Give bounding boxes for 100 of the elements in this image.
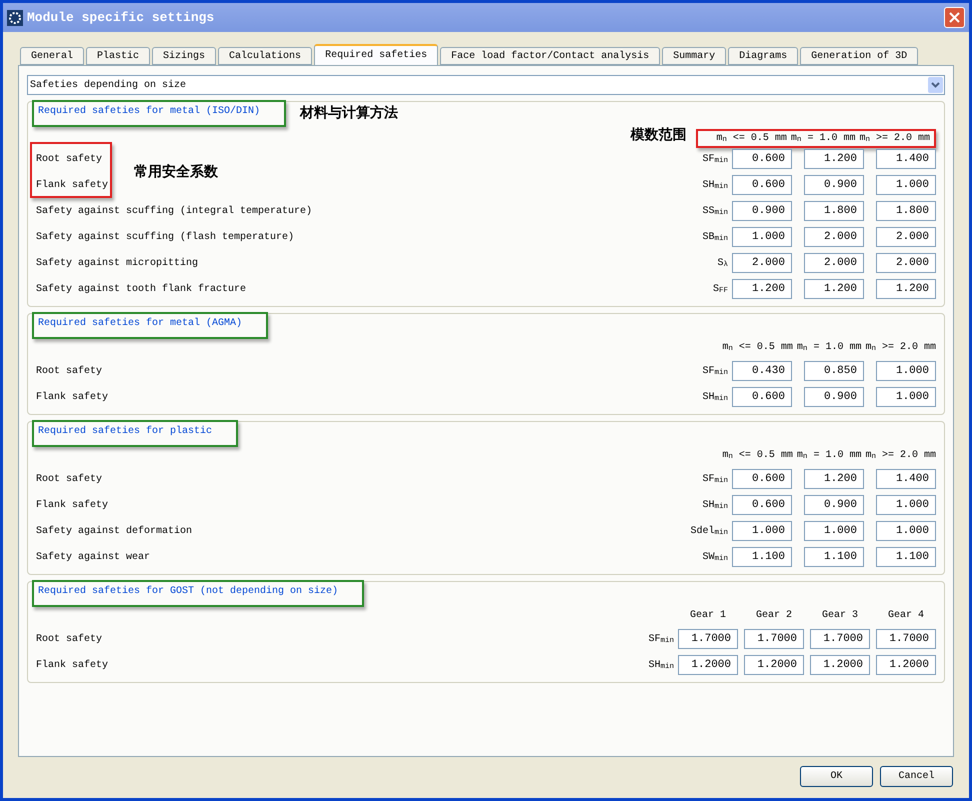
tab[interactable]: General: [20, 47, 84, 65]
value-field[interactable]: 0.900: [732, 201, 792, 221]
value-field[interactable]: 0.600: [732, 175, 792, 195]
value-field[interactable]: 1.7000: [744, 629, 804, 649]
value-field[interactable]: 0.850: [804, 361, 864, 381]
symbol-label: SH$_{min}$: [648, 658, 674, 672]
value-field[interactable]: 0.430: [732, 361, 792, 381]
tab[interactable]: Face load factor/Contact analysis: [440, 47, 660, 65]
tab[interactable]: Summary: [662, 47, 726, 65]
column-header: Gear 3: [820, 608, 859, 622]
value-field[interactable]: 1.2000: [876, 655, 936, 675]
value-field[interactable]: 2.000: [876, 253, 936, 273]
symbol-label: SH$_{min}$: [702, 498, 728, 512]
group-title: Required safeties for plastic: [32, 420, 238, 446]
value-field[interactable]: 1.000: [876, 387, 936, 407]
value-field[interactable]: 1.000: [732, 521, 792, 541]
value-field[interactable]: 0.900: [804, 175, 864, 195]
value-field[interactable]: 1.000: [732, 227, 792, 247]
column-header: Gear 2: [754, 608, 793, 622]
group-title: Required safeties for metal (ISO/DIN): [32, 100, 286, 126]
row-label: Root safety: [36, 632, 104, 646]
row-label: Safety against scuffing (integral temperature): [36, 204, 314, 218]
row-label: Safety against scuffing (flash temperature): [36, 230, 296, 244]
value-field[interactable]: 1.000: [876, 521, 936, 541]
value-field[interactable]: 1.200: [804, 469, 864, 489]
annotation-note: 材料与计算方法: [300, 104, 398, 122]
symbol-label: Sdel$_{min}$: [690, 524, 728, 538]
column-header: m$_{n}$ >= 2.0 mm: [859, 132, 930, 146]
symbol-label: SF$_{min}$: [702, 364, 728, 378]
row-label: Flank safety: [36, 498, 110, 512]
symbol-label: SH$_{min}$: [702, 390, 728, 404]
column-header: m$_{n}$ >= 2.0 mm: [865, 448, 936, 462]
value-field[interactable]: 1.7000: [678, 629, 738, 649]
group-title: Required safeties for GOST (not depending on size): [32, 580, 364, 606]
value-field[interactable]: 1.100: [804, 547, 864, 567]
symbol-label: SW$_{min}$: [702, 550, 728, 564]
symbol-label: SH$_{min}$: [702, 178, 728, 192]
symbol-label: S$_{λ}$: [717, 256, 728, 270]
tab[interactable]: Calculations: [218, 47, 312, 65]
value-field[interactable]: 0.600: [732, 149, 792, 169]
value-field[interactable]: 1.100: [732, 547, 792, 567]
value-field[interactable]: 2.000: [804, 253, 864, 273]
value-field[interactable]: 1.7000: [810, 629, 870, 649]
symbol-label: SS$_{min}$: [702, 204, 728, 218]
column-header: m$_{n}$ = 1.0 mm: [790, 132, 856, 146]
value-field[interactable]: 2.000: [732, 253, 792, 273]
symbol-label: S$_{FF}$: [712, 282, 728, 296]
value-field[interactable]: 0.600: [732, 469, 792, 489]
tab[interactable]: Generation of 3D: [800, 47, 918, 65]
value-field[interactable]: 0.600: [732, 495, 792, 515]
dialog-button[interactable]: Cancel: [880, 766, 953, 787]
value-field[interactable]: 1.2000: [744, 655, 804, 675]
value-field[interactable]: 1.000: [876, 361, 936, 381]
row-label: Flank safety: [36, 178, 110, 192]
value-field[interactable]: 0.900: [804, 495, 864, 515]
value-field[interactable]: 1.400: [876, 149, 936, 169]
row-label: Safety against micropitting: [36, 256, 200, 270]
value-field[interactable]: 1.7000: [876, 629, 936, 649]
column-header: m$_{n}$ <= 0.5 mm: [716, 132, 787, 146]
value-field[interactable]: 1.200: [804, 279, 864, 299]
value-field[interactable]: 1.800: [876, 201, 936, 221]
value-field[interactable]: 1.000: [876, 495, 936, 515]
row-label: Root safety: [36, 152, 104, 166]
close-button[interactable]: [944, 7, 965, 28]
column-header: Gear 1: [688, 608, 727, 622]
row-label: Safety against tooth flank fracture: [36, 282, 248, 296]
annotation-note: 模数范围: [630, 126, 686, 144]
value-field[interactable]: 1.000: [804, 521, 864, 541]
tab[interactable]: Sizings: [152, 47, 216, 65]
value-field[interactable]: 0.900: [804, 387, 864, 407]
tab[interactable]: Required safeties: [314, 44, 438, 65]
row-label: Safety against wear: [36, 550, 152, 564]
row-label: Safety against deformation: [36, 524, 194, 538]
window-title: Module specific settings: [27, 8, 216, 27]
value-field[interactable]: 1.200: [804, 149, 864, 169]
value-field[interactable]: 1.2000: [810, 655, 870, 675]
column-header: m$_{n}$ <= 0.5 mm: [722, 340, 793, 354]
symbol-label: SF$_{min}$: [702, 152, 728, 166]
row-label: Root safety: [36, 472, 104, 486]
annotation-note: 常用安全系数: [134, 162, 218, 182]
value-field[interactable]: 1.800: [804, 201, 864, 221]
column-header: m$_{n}$ >= 2.0 mm: [865, 340, 936, 354]
tab[interactable]: Diagrams: [728, 47, 798, 65]
value-field[interactable]: 2.000: [804, 227, 864, 247]
value-field[interactable]: 0.600: [732, 387, 792, 407]
dropdown[interactable]: Safeties depending on size: [27, 75, 945, 95]
value-field[interactable]: 1.400: [876, 469, 936, 489]
row-label: Flank safety: [36, 658, 110, 672]
column-header: m$_{n}$ = 1.0 mm: [796, 340, 862, 354]
app-icon: [7, 10, 23, 26]
column-header: m$_{n}$ <= 0.5 mm: [722, 448, 793, 462]
value-field[interactable]: 2.000: [876, 227, 936, 247]
value-field[interactable]: 1.100: [876, 547, 936, 567]
dialog-button[interactable]: OK: [800, 766, 873, 787]
value-field[interactable]: 1.000: [876, 175, 936, 195]
value-field[interactable]: 1.200: [732, 279, 792, 299]
symbol-label: SF$_{min}$: [702, 472, 728, 486]
value-field[interactable]: 1.200: [876, 279, 936, 299]
value-field[interactable]: 1.2000: [678, 655, 738, 675]
tab[interactable]: Plastic: [86, 47, 150, 65]
